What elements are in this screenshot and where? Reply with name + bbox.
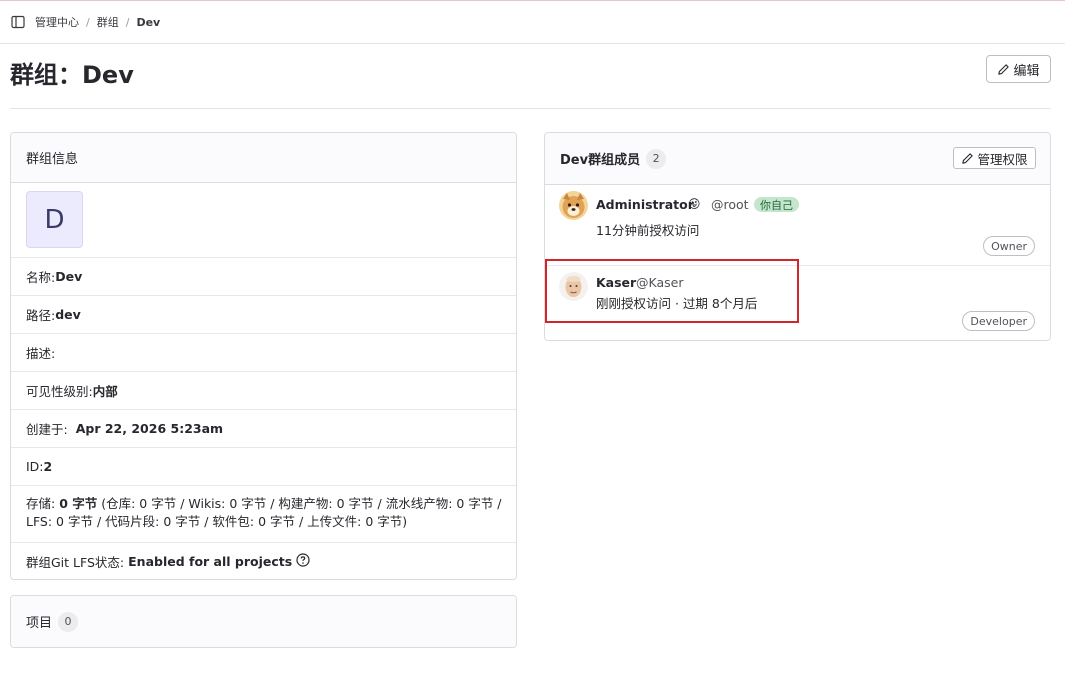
projects-label: 项目 xyxy=(26,616,53,631)
member-name[interactable]: Administrator xyxy=(596,197,694,212)
info-visibility-label: 可见性级别: xyxy=(26,384,93,399)
info-lfs-label: 群组Git LFS状态: xyxy=(26,555,125,570)
status-emoji-icon: 😜 xyxy=(688,197,701,211)
highlight-annotation-box xyxy=(545,259,799,323)
breadcrumb: 管理中心 / 群组 / Dev xyxy=(0,1,1065,44)
page-title: 群组：Dev xyxy=(10,61,134,89)
breadcrumb-groups[interactable]: 群组 xyxy=(97,14,119,30)
manage-access-button[interactable]: 管理权限 xyxy=(953,147,1036,169)
pencil-icon xyxy=(962,152,974,164)
info-visibility-row: 可见性级别: 内部 xyxy=(11,371,516,409)
members-title: Dev群组成员 xyxy=(560,153,641,168)
role-badge: Developer xyxy=(962,311,1035,331)
info-name-row: 名称: Dev xyxy=(11,257,516,295)
member-access-info: 11分钟前授权访问 xyxy=(596,223,700,238)
info-lfs-row: 群组Git LFS状态: Enabled for all projects xyxy=(11,542,516,579)
projects-count-badge: 0 xyxy=(58,611,79,632)
info-name-value: Dev xyxy=(55,269,83,284)
info-id-row: ID: 2 xyxy=(11,447,516,485)
group-info-header: 群组信息 xyxy=(11,133,516,183)
breadcrumb-admin[interactable]: 管理中心 xyxy=(35,14,79,30)
you-badge: 你自己 xyxy=(754,197,799,212)
info-created-value: Apr 22, 2026 5:23am xyxy=(75,421,224,436)
info-path-label: 路径: xyxy=(26,308,56,323)
projects-header: 项目 0 xyxy=(11,596,516,647)
info-id-value: 2 xyxy=(43,459,53,474)
edit-button[interactable]: 编辑 xyxy=(986,55,1051,83)
member-row: Administrator 😜 @root 你自己 11分钟前授权访问 Owne… xyxy=(545,185,1050,266)
avatar[interactable] xyxy=(559,191,588,220)
info-storage-value: 0 字节 xyxy=(59,496,98,511)
info-visibility-value: 内部 xyxy=(92,384,118,399)
breadcrumb-separator: / xyxy=(86,15,90,29)
info-id-label: ID: xyxy=(26,459,44,474)
member-username: @root xyxy=(711,197,749,212)
group-avatar: D xyxy=(26,191,83,248)
info-storage-label: 存储: xyxy=(26,496,60,511)
question-circle-icon[interactable] xyxy=(296,553,310,570)
info-created-row: 创建于: Apr 22, 2026 5:23am xyxy=(11,409,516,447)
role-badge: Owner xyxy=(983,236,1035,256)
info-storage-detail: (仓库: 0 字节 / Wikis: 0 字节 / 构建产物: 0 字节 / 流… xyxy=(26,496,502,529)
info-description-row: 描述: xyxy=(11,333,516,371)
sidebar-toggle-icon[interactable] xyxy=(10,14,26,30)
info-lfs-value: Enabled for all projects xyxy=(128,554,293,569)
members-count-badge: 2 xyxy=(646,148,667,169)
info-storage-row: 存储: 0 字节 (仓库: 0 字节 / Wikis: 0 字节 / 构建产物:… xyxy=(11,485,516,542)
manage-access-label: 管理权限 xyxy=(977,151,1028,167)
info-name-label: 名称: xyxy=(26,270,56,285)
projects-card: 项目 0 xyxy=(10,595,517,648)
breadcrumb-separator: / xyxy=(125,15,130,29)
info-description-label: 描述: xyxy=(26,346,56,361)
info-path-row: 路径: dev xyxy=(11,295,516,333)
pencil-icon xyxy=(998,63,1010,75)
group-info-card: 群组信息 D 名称: Dev 路径: dev 描述: 可见性级别: 内部 创建于… xyxy=(10,132,517,580)
breadcrumb-current[interactable]: Dev xyxy=(136,16,160,29)
info-created-label: 创建于: xyxy=(26,422,68,437)
title-divider xyxy=(10,108,1051,109)
edit-button-label: 编辑 xyxy=(1013,63,1040,79)
info-path-value: dev xyxy=(55,307,81,322)
